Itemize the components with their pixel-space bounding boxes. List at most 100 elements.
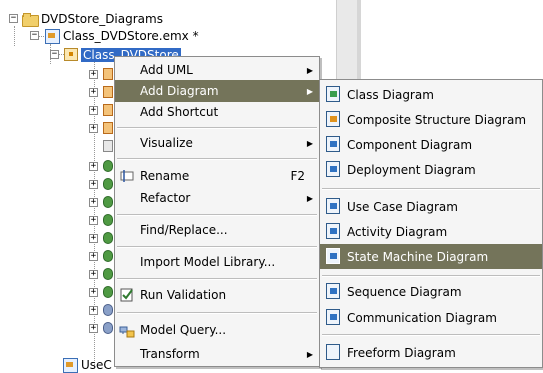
menu-item-component-diagram[interactable]: Component Diagram xyxy=(320,132,542,157)
menu-item-activity-diagram[interactable]: Activity Diagram xyxy=(320,219,542,244)
menu-item-label: Use Case Diagram xyxy=(347,199,458,214)
menu-item-label: Rename xyxy=(140,169,190,183)
tree-item-label: UseC xyxy=(81,357,112,372)
panel-divider-shadow xyxy=(357,0,361,80)
use-case-node-icon xyxy=(103,232,113,244)
expand-toggle[interactable]: + xyxy=(89,288,98,297)
use-case-node-icon xyxy=(103,196,113,208)
menu-item-import-model-library[interactable]: Import Model Library... xyxy=(115,251,319,273)
class-icon xyxy=(103,104,113,116)
use-case-node-icon xyxy=(103,178,113,190)
menu-item-label: Transform xyxy=(140,347,200,361)
menu-item-label: Add Diagram xyxy=(140,84,219,98)
collapse-toggle-model[interactable]: − xyxy=(30,31,39,40)
menu-item-visualize[interactable]: Visualize ▶ xyxy=(115,132,319,154)
menu-item-refactor[interactable]: Refactor ▶ xyxy=(115,187,319,209)
menu-item-freeform-diagram[interactable]: Freeform Diagram xyxy=(320,340,542,365)
expand-toggle[interactable]: + xyxy=(89,162,98,171)
collapse-toggle-package[interactable]: − xyxy=(50,50,59,59)
diagram-node-icon xyxy=(103,140,113,152)
tree-item-usecase[interactable]: UseC xyxy=(62,356,112,373)
tree-item-label: DVDStore_Diagrams xyxy=(41,11,163,26)
submenu-arrow-icon: ▶ xyxy=(306,138,313,148)
menu-separator xyxy=(117,214,317,216)
menu-item-rename[interactable]: Rename F2 xyxy=(115,165,319,187)
class-icon xyxy=(103,68,113,80)
expand-toggle[interactable]: + xyxy=(89,270,98,279)
menu-separator xyxy=(322,188,540,190)
submenu-arrow-icon: ▶ xyxy=(306,193,313,203)
menu-item-label: State Machine Diagram xyxy=(347,249,489,264)
expand-toggle[interactable]: + xyxy=(89,88,98,97)
menu-separator xyxy=(117,312,317,314)
menu-item-composite-structure-diagram[interactable]: Composite Structure Diagram xyxy=(320,107,542,132)
expand-toggle[interactable]: + xyxy=(89,324,98,333)
menu-item-label: Deployment Diagram xyxy=(347,162,476,177)
menu-item-sequence-diagram[interactable]: Sequence Diagram xyxy=(320,279,542,304)
validation-icon xyxy=(119,287,135,303)
menu-item-find-replace[interactable]: Find/Replace... xyxy=(115,219,319,241)
menu-item-label: Activity Diagram xyxy=(347,224,448,239)
submenu-arrow-icon: ▶ xyxy=(306,349,313,359)
tree-item-model-file[interactable]: Class_DVDStore.emx * xyxy=(44,27,199,44)
use-case-node-icon xyxy=(103,160,113,172)
menu-item-model-query[interactable]: Model Query... xyxy=(115,319,319,341)
expand-toggle[interactable]: + xyxy=(89,124,98,133)
menu-item-deployment-diagram[interactable]: Deployment Diagram xyxy=(320,157,542,182)
menu-separator xyxy=(117,127,317,129)
menu-item-add-shortcut[interactable]: Add Shortcut xyxy=(115,101,319,123)
submenu-arrow-icon: ▶ xyxy=(306,65,313,75)
expand-toggle[interactable]: + xyxy=(89,234,98,243)
menu-separator xyxy=(117,158,317,160)
sequence-diagram-icon xyxy=(326,283,340,299)
class-icon xyxy=(103,122,113,134)
menu-item-label: Component Diagram xyxy=(347,137,473,152)
expand-toggle[interactable]: + xyxy=(89,252,98,261)
menu-item-class-diagram[interactable]: Class Diagram xyxy=(320,82,542,107)
menu-item-label: Communication Diagram xyxy=(347,310,497,325)
menu-item-label: Freeform Diagram xyxy=(347,345,456,360)
menu-item-label: Class Diagram xyxy=(347,87,434,102)
collapse-toggle-root[interactable]: − xyxy=(9,14,18,23)
use-case-node-icon xyxy=(103,268,113,280)
package-icon xyxy=(64,48,78,61)
menu-item-communication-diagram[interactable]: Communication Diagram xyxy=(320,305,542,330)
menu-item-label: Refactor xyxy=(140,191,191,205)
folder-icon xyxy=(22,11,39,27)
menu-item-label: Find/Replace... xyxy=(140,223,228,237)
menu-item-label: Model Query... xyxy=(140,323,227,337)
menu-separator xyxy=(117,278,317,280)
actor-node-icon xyxy=(103,322,113,334)
uml-model-icon xyxy=(44,28,60,44)
use-case-diagram-icon xyxy=(326,198,340,214)
composite-structure-diagram-icon xyxy=(326,111,340,127)
tree-item-root-folder[interactable]: DVDStore_Diagrams xyxy=(22,10,163,27)
uml-model-icon xyxy=(62,357,78,373)
class-diagram-icon xyxy=(326,86,340,102)
expand-toggle[interactable]: + xyxy=(89,180,98,189)
menu-item-label: Visualize xyxy=(140,136,193,150)
submenu-arrow-icon: ▶ xyxy=(306,86,313,96)
menu-item-label: Composite Structure Diagram xyxy=(347,112,527,127)
tree-item-label: Class_DVDStore.emx * xyxy=(63,28,199,43)
expand-toggle[interactable]: + xyxy=(89,216,98,225)
menu-item-state-machine-diagram[interactable]: State Machine Diagram xyxy=(320,244,542,269)
menu-item-add-uml[interactable]: Add UML ▶ xyxy=(115,59,319,81)
model-query-icon xyxy=(119,322,135,338)
expand-toggle[interactable]: + xyxy=(89,306,98,315)
menu-item-label: Run Validation xyxy=(140,288,227,302)
expand-toggle[interactable]: + xyxy=(89,106,98,115)
use-case-node-icon xyxy=(103,214,113,226)
expand-toggle[interactable]: + xyxy=(89,198,98,207)
rename-icon xyxy=(119,168,135,184)
menu-item-use-case-diagram[interactable]: Use Case Diagram xyxy=(320,194,542,219)
expand-toggle[interactable]: + xyxy=(89,70,98,79)
deployment-diagram-icon xyxy=(326,161,340,177)
menu-item-run-validation[interactable]: Run Validation xyxy=(115,284,319,306)
menu-item-label: Sequence Diagram xyxy=(347,284,462,299)
menu-item-add-diagram[interactable]: Add Diagram ▶ xyxy=(115,80,319,102)
freeform-diagram-icon xyxy=(326,344,340,360)
menu-item-label: Import Model Library... xyxy=(140,255,276,269)
menu-item-transform[interactable]: Transform ▶ xyxy=(115,343,319,365)
class-icon xyxy=(103,86,113,98)
